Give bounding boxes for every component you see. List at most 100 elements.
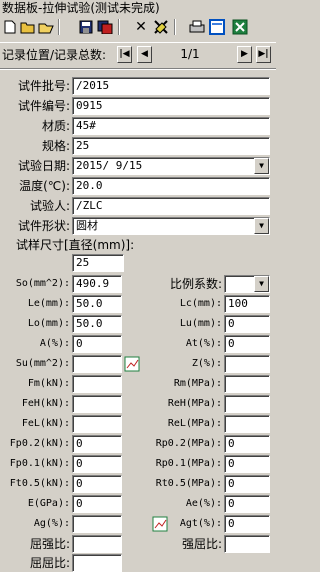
feh-label: FeH(kN): — [21, 398, 70, 409]
lo-label: Lo(mm): — [27, 318, 70, 329]
lc-label: Lc(mm): — [179, 298, 222, 309]
yield-ratio-input[interactable] — [72, 535, 122, 553]
number-label: 试件编号: — [17, 99, 70, 113]
lu-input[interactable]: 0 — [224, 315, 270, 333]
excel-icon[interactable] — [231, 18, 249, 36]
temp-label: 温度(℃): — [19, 179, 70, 193]
save-all-icon[interactable] — [96, 18, 114, 36]
lu-label: Lu(mm): — [179, 318, 222, 329]
open-icon[interactable] — [19, 18, 37, 36]
record-count: 1/1 — [180, 47, 200, 61]
fp02-label: Fp0.2(kN): — [9, 438, 70, 449]
clear-icon[interactable] — [152, 18, 170, 36]
number-input[interactable]: 0915 — [72, 97, 270, 115]
tester-input[interactable]: /ZLC — [72, 197, 270, 215]
fel-label: FeL(kN): — [21, 418, 70, 429]
reh-input[interactable] — [224, 395, 270, 413]
preview-icon[interactable] — [208, 18, 226, 36]
date-picker[interactable]: 2015/ 9/15 ▼ — [72, 157, 270, 175]
rel-label: ReL(MPa): — [167, 418, 222, 429]
agt-label: Agt(%): — [179, 518, 222, 529]
so-input[interactable]: 490.9 — [72, 275, 122, 293]
new-icon[interactable] — [1, 18, 19, 36]
strong-yield-input[interactable] — [224, 535, 270, 553]
strong-yield-label: 强屈比: — [181, 537, 222, 551]
fp01-input[interactable]: 0 — [72, 455, 122, 473]
spec-input[interactable]: 25 — [72, 137, 270, 155]
print-icon[interactable] — [188, 18, 206, 36]
fel-input[interactable] — [72, 415, 122, 433]
last-record-button[interactable]: ▶| — [256, 46, 271, 63]
paste-icon[interactable] — [37, 18, 55, 36]
ag-label: Ag(%): — [33, 518, 70, 529]
fp02-input[interactable]: 0 — [72, 435, 122, 453]
ft05-label: Ft0.5(kN): — [9, 478, 70, 489]
yield-yield-input[interactable] — [72, 554, 122, 572]
batch-label: 试件批号: — [17, 79, 70, 93]
at-input[interactable]: 0 — [224, 335, 270, 353]
temp-input[interactable]: 20.0 — [72, 177, 270, 195]
next-record-button[interactable]: ▶ — [237, 46, 252, 63]
save-icon[interactable] — [77, 18, 95, 36]
size-input[interactable]: 25 — [72, 254, 124, 272]
material-label: 材质: — [41, 119, 70, 133]
rel-input[interactable] — [224, 415, 270, 433]
agt-input[interactable]: 0 — [224, 515, 270, 533]
a-label: A(%): — [39, 338, 70, 349]
chevron-down-icon[interactable]: ▼ — [254, 218, 269, 234]
size-label: 试样尺寸[直径(mm)]: — [16, 238, 135, 252]
tester-label: 试验人: — [29, 199, 70, 213]
su-label: Su(mm^2): — [15, 358, 70, 369]
ae-input[interactable]: 0 — [224, 495, 270, 513]
delete-icon[interactable]: ✕ — [132, 18, 150, 36]
ratio-label: 比例系数: — [169, 277, 222, 291]
so-label: So(mm^2): — [15, 278, 70, 289]
rp01-label: Rp0.1(MPa): — [155, 458, 222, 469]
toolbar-separator — [174, 19, 176, 35]
prev-record-button[interactable]: ◀ — [137, 46, 152, 63]
toolbar-separator — [118, 19, 120, 35]
shape-select[interactable]: 圆材 ▼ — [72, 217, 270, 235]
le-input[interactable]: 50.0 — [72, 295, 122, 313]
a-input[interactable]: 0 — [72, 335, 122, 353]
spec-label: 规格: — [41, 139, 70, 153]
lc-input[interactable]: 100 — [224, 295, 270, 313]
rt05-input[interactable]: 0 — [224, 475, 270, 493]
yield-ratio-label: 屈强比: — [29, 537, 70, 551]
e-input[interactable]: 0 — [72, 495, 122, 513]
feh-input[interactable] — [72, 395, 122, 413]
chevron-down-icon[interactable]: ▼ — [254, 276, 269, 292]
date-value: 2015/ 9/15 — [76, 159, 143, 172]
rm-input[interactable] — [224, 375, 270, 393]
rp01-input[interactable]: 0 — [224, 455, 270, 473]
fm-input[interactable] — [72, 375, 122, 393]
rp02-label: Rp0.2(MPa): — [155, 438, 222, 449]
ae-label: Ae(%): — [185, 498, 222, 509]
toolbar-separator — [58, 19, 60, 35]
z-label: Z(%): — [191, 358, 222, 369]
fp01-label: Fp0.1(kN): — [9, 458, 70, 469]
su-input[interactable] — [72, 355, 122, 373]
ratio-select[interactable]: ▼ — [224, 275, 270, 293]
ag-input[interactable] — [72, 515, 122, 533]
lo-input[interactable]: 50.0 — [72, 315, 122, 333]
fm-label: Fm(kN): — [27, 378, 70, 389]
ft05-input[interactable]: 0 — [72, 475, 122, 493]
e-label: E(GPa): — [27, 498, 70, 509]
rp02-input[interactable]: 0 — [224, 435, 270, 453]
record-navigator: 记录位置/记录总数: |◀ ◀ 1/1 ▶ ▶| — [0, 42, 276, 66]
toolbar: ✕ — [0, 16, 276, 40]
first-record-button[interactable]: |◀ — [117, 46, 132, 63]
shape-label: 试件形状: — [17, 219, 70, 233]
yield-yield-label: 屈屈比: — [29, 556, 70, 570]
material-input[interactable]: 45# — [72, 117, 270, 135]
batch-input[interactable]: /2015 — [72, 77, 270, 95]
calculator-icon[interactable] — [152, 516, 168, 532]
reh-label: ReH(MPa): — [167, 398, 222, 409]
z-input[interactable] — [224, 355, 270, 373]
le-label: Le(mm): — [27, 298, 70, 309]
divider — [0, 68, 276, 70]
chevron-down-icon[interactable]: ▼ — [254, 158, 269, 174]
window-title: 数据板-拉伸试验(测试未完成) — [0, 0, 276, 16]
rt05-label: Rt0.5(MPa): — [155, 478, 222, 489]
